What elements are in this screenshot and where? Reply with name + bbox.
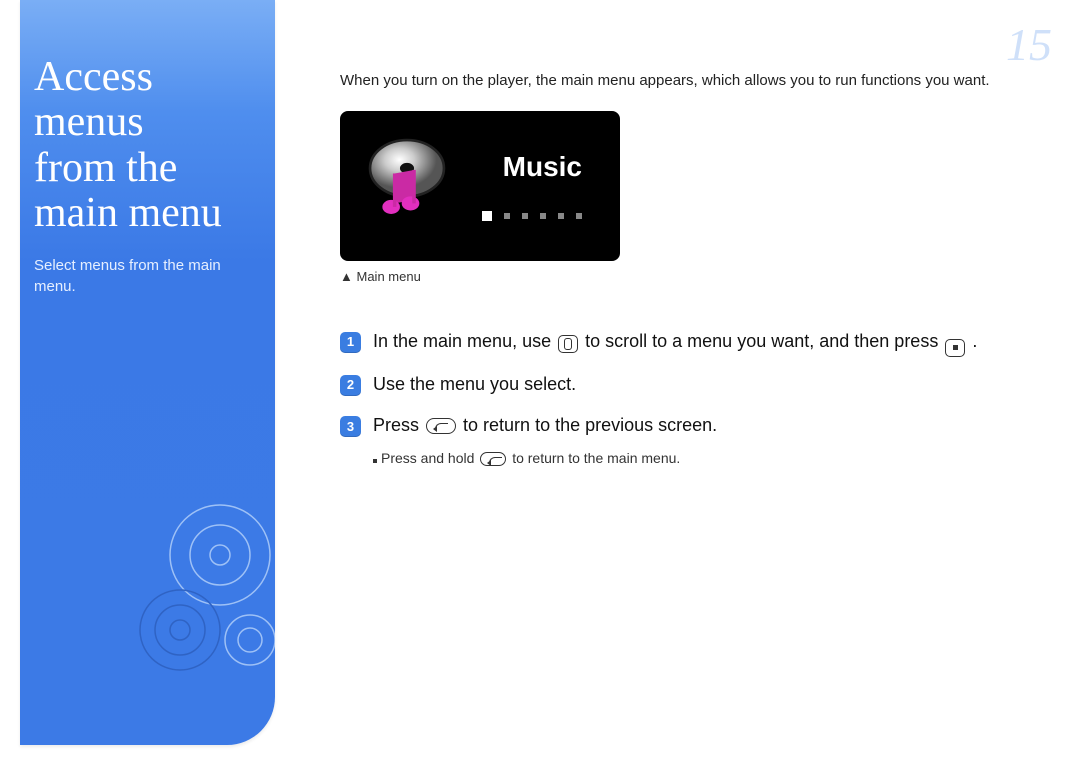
back-button-icon xyxy=(480,452,506,466)
cd-music-icon xyxy=(362,133,452,221)
step3-part-b: to return to the previous screen. xyxy=(463,415,717,435)
step-text: In the main menu, use to scroll to a men… xyxy=(373,328,1040,357)
step-number: 3 xyxy=(340,416,361,437)
sidebar-title-line1: Access menus xyxy=(34,54,153,145)
step1-part-b: to scroll to a menu you want, and then p… xyxy=(585,331,943,351)
step-3: 3 Press to return to the previous screen… xyxy=(340,412,1040,440)
caption-text: Main menu xyxy=(357,269,421,284)
step-text: Use the menu you select. xyxy=(373,371,1040,399)
step-number: 1 xyxy=(340,332,361,353)
caption-marker: ▲ xyxy=(340,269,353,284)
pagination-dots xyxy=(482,211,582,221)
device-screenshot: Music xyxy=(340,111,620,261)
sidebar-title-line2: from the xyxy=(34,145,177,191)
page-number: 15 xyxy=(1006,18,1052,71)
steps-list: 1 In the main menu, use to scroll to a m… xyxy=(340,328,1040,466)
sidebar-subtitle: Select menus from the main menu. xyxy=(34,256,257,297)
step3-part-a: Press xyxy=(373,415,424,435)
step-2: 2 Use the menu you select. xyxy=(340,371,1040,399)
bullet-icon xyxy=(373,459,377,463)
back-button-icon xyxy=(426,418,456,434)
screenshot-caption: ▲ Main menu xyxy=(340,269,1040,284)
content: When you turn on the player, the main me… xyxy=(340,70,1040,466)
sub-note: Press and hold to return to the main men… xyxy=(373,450,1040,466)
subnote-b: to return to the main menu. xyxy=(512,450,680,466)
device-label: Music xyxy=(503,151,582,183)
sidebar-title: Access menus from the main menu xyxy=(34,55,257,236)
intro-text: When you turn on the player, the main me… xyxy=(340,70,1040,91)
sidebar-title-line3: main menu xyxy=(34,190,222,236)
scroll-button-icon xyxy=(558,335,578,353)
sidebar: Access menus from the main menu Select m… xyxy=(20,0,275,745)
step-text: Press to return to the previous screen. xyxy=(373,412,1040,440)
enter-button-icon xyxy=(945,339,965,357)
step1-part-a: In the main menu, use xyxy=(373,331,556,351)
step-number: 2 xyxy=(340,375,361,396)
decorative-circles xyxy=(120,485,275,685)
step-1: 1 In the main menu, use to scroll to a m… xyxy=(340,328,1040,357)
step1-part-c: . xyxy=(972,331,977,351)
subnote-a: Press and hold xyxy=(381,450,478,466)
